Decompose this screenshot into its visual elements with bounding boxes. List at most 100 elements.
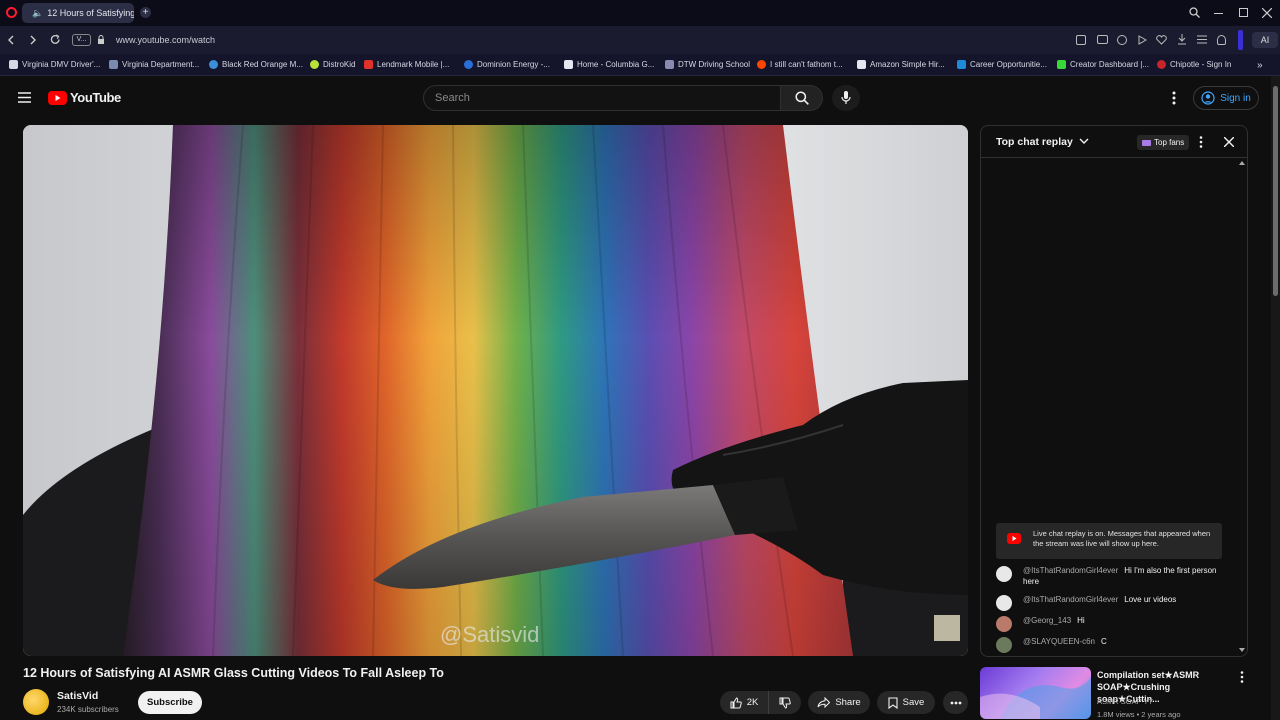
heart-icon[interactable] (1156, 35, 1167, 45)
bookmark-item[interactable]: Amazon Simple Hir... (857, 60, 945, 69)
shield-icon[interactable] (1117, 35, 1127, 45)
recommended-video-channel[interactable]: ASMR SOAP YT (1097, 697, 1153, 706)
bookmark-item[interactable]: Virginia Department... (109, 60, 199, 69)
hamburger-menu-icon[interactable] (18, 92, 31, 103)
minimize-icon[interactable] (1214, 13, 1223, 14)
browser-tab[interactable]: 🔈 12 Hours of Satisfying (22, 3, 134, 23)
browser-tab-bar: 🔈 12 Hours of Satisfying + (0, 0, 1280, 26)
edit-icon[interactable] (1076, 35, 1086, 45)
channel-watermark-icon[interactable] (934, 615, 960, 641)
youtube-logo-text: YouTube (70, 90, 121, 105)
chat-author[interactable]: @SLAYQUEEN-c6n (1023, 637, 1095, 646)
subscribe-button[interactable]: Subscribe (138, 691, 202, 714)
sidebar-toggle[interactable] (1238, 30, 1243, 50)
recommended-video-thumbnail[interactable] (980, 667, 1091, 719)
play-icon[interactable] (1138, 35, 1147, 45)
camera-icon[interactable] (1097, 35, 1108, 44)
more-horizontal-icon (950, 701, 961, 704)
share-button[interactable]: Share (808, 691, 870, 714)
bookmark-item[interactable]: Dominion Energy -... (464, 60, 550, 69)
voice-search-button[interactable] (832, 85, 860, 111)
live-chat-panel: Top chat replay Top fans Live chat repla… (980, 125, 1248, 657)
recommendation-more-icon[interactable] (1240, 671, 1244, 683)
bookmark-item[interactable]: Black Red Orange M... (209, 60, 303, 69)
bookmark-item[interactable]: Career Opportunitie... (957, 60, 1047, 69)
scrollbar-thumb[interactable] (1273, 86, 1278, 296)
sign-in-button[interactable]: Sign in (1193, 86, 1259, 110)
opera-logo-icon[interactable] (6, 7, 17, 18)
search-input[interactable]: Search (423, 85, 781, 111)
youtube-logo[interactable]: YouTube (48, 90, 121, 105)
back-icon[interactable] (7, 35, 15, 45)
bookmark-item[interactable]: DistroKid (310, 60, 355, 69)
dislike-button[interactable] (768, 691, 801, 714)
top-fans-button[interactable]: Top fans (1137, 135, 1190, 150)
bookmark-item[interactable]: Virginia DMV Driver'... (9, 60, 100, 69)
close-window-icon[interactable] (1262, 8, 1272, 18)
chat-header: Top chat replay Top fans (981, 126, 1247, 158)
menu-lines-icon[interactable] (1197, 35, 1207, 44)
download-icon[interactable] (1177, 34, 1187, 45)
forward-icon[interactable] (29, 35, 37, 45)
chat-message: @ItsThatRandomGirl4ever Love ur videos (996, 594, 1228, 611)
chat-scroll-down-icon[interactable] (1239, 648, 1245, 652)
chat-message: @Georg_143 Hi (996, 615, 1228, 632)
video-watermark: @Satisvid (440, 622, 540, 647)
sign-in-label: Sign in (1220, 92, 1251, 104)
chevron-down-icon (1079, 138, 1089, 144)
chat-message: @ItsThatRandomGirl4ever Hi I'm also the f… (996, 565, 1228, 587)
browser-search-icon[interactable] (1189, 7, 1200, 18)
top-fans-label: Top fans (1154, 138, 1185, 147)
chat-avatar[interactable] (996, 616, 1012, 632)
bookmark-item[interactable]: I still can't fathom t... (757, 60, 843, 69)
speaker-icon[interactable]: 🔈 (32, 8, 43, 19)
like-button[interactable]: 2K (720, 691, 768, 714)
new-tab-icon[interactable]: + (140, 7, 151, 18)
save-button[interactable]: Save (877, 691, 935, 714)
share-icon (817, 697, 831, 708)
youtube-notice-icon (1007, 533, 1021, 544)
bookmarks-overflow-icon[interactable]: » (1257, 60, 1263, 71)
chat-avatar[interactable] (996, 566, 1012, 582)
chat-avatar[interactable] (996, 637, 1012, 653)
chat-more-options-icon[interactable] (1199, 136, 1203, 148)
chat-author[interactable]: @Georg_143 (1023, 616, 1071, 625)
account-icon (1201, 91, 1215, 105)
chat-avatar[interactable] (996, 595, 1012, 611)
more-options-icon[interactable] (1172, 91, 1176, 105)
bookmark-item[interactable]: DTW Driving School (665, 60, 750, 69)
chat-author[interactable]: @ItsThatRandomGirl4ever (1023, 595, 1118, 604)
ai-button[interactable]: AI (1252, 32, 1278, 48)
chat-author[interactable]: @ItsThatRandomGirl4ever (1023, 566, 1118, 575)
chat-scroll-up-icon[interactable] (1239, 161, 1245, 165)
microphone-icon (841, 91, 851, 104)
youtube-header: YouTube Search Sign in (0, 76, 1270, 120)
bookmark-item[interactable]: Chipotle - Sign In (1157, 60, 1231, 69)
video-frame (23, 125, 968, 656)
profile-icon[interactable] (1217, 35, 1226, 45)
more-actions-button[interactable] (943, 691, 968, 714)
restore-icon[interactable] (1239, 8, 1248, 17)
chat-replay-notice: Live chat replay is on. Messages that ap… (996, 523, 1222, 559)
chat-mode-dropdown[interactable]: Top chat replay (996, 136, 1089, 148)
tab-title: 12 Hours of Satisfying (47, 8, 134, 18)
lock-icon[interactable] (97, 35, 105, 45)
thumbs-down-icon (779, 697, 791, 709)
ai-label: AI (1260, 35, 1270, 45)
url-field[interactable]: www.youtube.com/watch (116, 35, 215, 45)
bookmark-item[interactable]: Creator Dashboard |... (1057, 60, 1149, 69)
close-chat-icon[interactable] (1224, 137, 1234, 147)
crown-icon (1142, 139, 1151, 146)
bookmark-item[interactable]: Lendmark Mobile |... (364, 60, 449, 69)
site-info-badge[interactable]: V... (72, 34, 91, 46)
chat-text: Hi (1077, 616, 1085, 625)
bookmark-item[interactable]: Home - Columbia G... (564, 60, 654, 69)
recommended-video-meta: 1.8M views • 2 years ago (1097, 710, 1181, 719)
reload-icon[interactable] (50, 34, 61, 45)
channel-name[interactable]: SatisVid (57, 690, 98, 702)
video-player[interactable] (23, 125, 968, 656)
channel-avatar[interactable] (23, 689, 49, 715)
search-button[interactable] (781, 85, 823, 111)
page-scrollbar[interactable] (1271, 76, 1280, 720)
save-label: Save (902, 697, 925, 708)
